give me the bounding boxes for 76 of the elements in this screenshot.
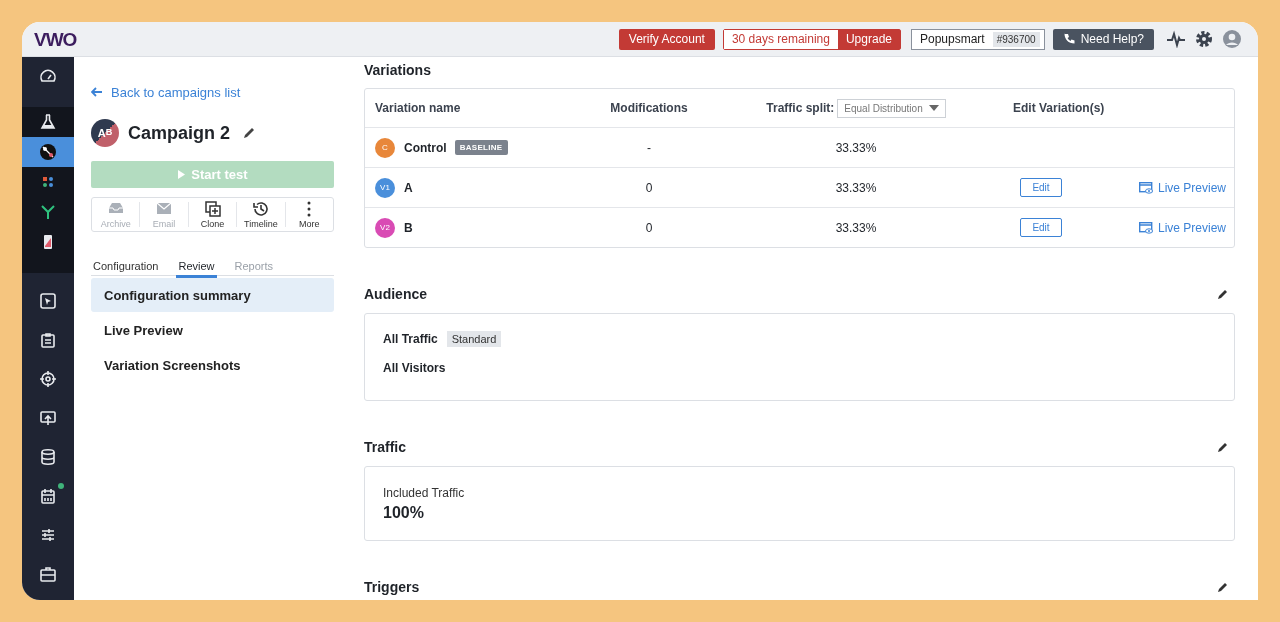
live-preview-link[interactable]: Live Preview	[1138, 220, 1226, 235]
variation-name: A	[404, 180, 413, 195]
account-id: #936700	[992, 31, 1040, 47]
upgrade-button[interactable]: Upgrade	[837, 29, 900, 49]
traffic-value: 100%	[383, 504, 425, 522]
kebab-icon	[307, 200, 312, 218]
activity-icon[interactable]	[1166, 30, 1186, 48]
edit-button[interactable]: Edit	[1020, 218, 1062, 237]
toolbar-button[interactable]: Timeline	[236, 202, 285, 227]
toolbar-button[interactable]: Clone	[187, 202, 237, 227]
column-header: Traffic split:	[766, 101, 835, 115]
variation-badge: V2	[375, 217, 395, 238]
history-icon	[251, 200, 270, 218]
column-header: Variation name	[374, 101, 462, 115]
table-cell-text: 0	[644, 180, 654, 195]
account-switcher[interactable]: Popupsmart #936700	[911, 28, 1045, 50]
live-preview-link[interactable]: Live Preview	[1138, 180, 1226, 195]
toolbar-button[interactable]: More	[284, 202, 334, 227]
flask-icon	[39, 113, 57, 131]
section-title: Audience	[364, 286, 427, 302]
play-icon	[177, 170, 186, 179]
pencil-icon[interactable]	[1217, 288, 1229, 300]
upload-screen-icon	[39, 408, 57, 427]
split-circle-icon	[39, 143, 57, 161]
table-cell-text: 33.33%	[834, 220, 878, 235]
variation-name: Control	[404, 140, 447, 155]
column-header: Edit Variation(s)	[1012, 101, 1106, 115]
tab[interactable]: Configuration	[91, 256, 161, 278]
section-title: Variations	[364, 61, 432, 80]
section-title: Traffic	[364, 439, 406, 455]
visitors-label: All Visitors	[383, 361, 447, 375]
table-cell-text: -	[646, 140, 652, 155]
pencil-icon[interactable]	[242, 126, 257, 140]
section-title: Triggers	[364, 579, 420, 595]
nav-item[interactable]: Variation Screenshots	[91, 348, 334, 382]
calendar-icon	[39, 486, 57, 505]
back-link-text[interactable]: Back to campaigns list	[111, 84, 241, 100]
vwo-logo: VWO	[34, 29, 77, 49]
caret-down-icon	[928, 105, 939, 111]
column-header: Modifications	[609, 101, 689, 115]
variation-badge: V1	[375, 177, 395, 198]
segment-name: All Traffic	[383, 332, 438, 346]
table-cell-text: 33.33%	[834, 140, 878, 155]
table-cell-text: 33.33%	[834, 180, 878, 195]
baseline-tag: BASELINE	[454, 140, 508, 155]
phone-icon	[1062, 33, 1075, 45]
settings-icon[interactable]	[1194, 29, 1214, 49]
segment-tag: Standard	[446, 331, 502, 347]
variation-badge: C	[375, 137, 395, 158]
database-icon	[39, 447, 57, 466]
target-icon	[39, 369, 57, 388]
arrow-left-icon	[91, 87, 103, 97]
traffic-label: Included Traffic	[383, 486, 466, 500]
edit-button[interactable]: Edit	[1020, 178, 1062, 197]
verify-account-button[interactable]: Verify Account	[618, 28, 715, 50]
variation-name: B	[404, 220, 413, 235]
account-name: Popupsmart	[920, 32, 985, 46]
table-cell-text: 0	[644, 220, 654, 235]
need-help-button[interactable]: Need Help?	[1052, 28, 1154, 50]
days-remaining-text: 30 days remaining	[723, 29, 838, 49]
pencil-icon[interactable]	[1217, 581, 1229, 593]
clipboard-icon	[39, 330, 57, 349]
briefcase-icon	[39, 564, 57, 583]
sidebar-item[interactable]	[22, 137, 74, 167]
branch-icon	[39, 203, 57, 221]
copy-icon	[203, 200, 222, 218]
cursor-window-icon	[39, 291, 57, 310]
back-link[interactable]: Back to campaigns list	[91, 84, 334, 100]
traffic-split-dropdown[interactable]: Equal Distribution	[837, 98, 946, 118]
user-avatar-icon[interactable]	[1222, 29, 1242, 49]
nav-item[interactable]: Configuration summary	[91, 278, 334, 312]
nav-item[interactable]: Live Preview	[91, 313, 334, 347]
browser-eye-icon	[1138, 221, 1153, 234]
pencil-icon[interactable]	[1217, 441, 1229, 453]
campaign-title: Campaign 2	[128, 122, 231, 144]
browser-eye-icon	[1138, 181, 1153, 194]
